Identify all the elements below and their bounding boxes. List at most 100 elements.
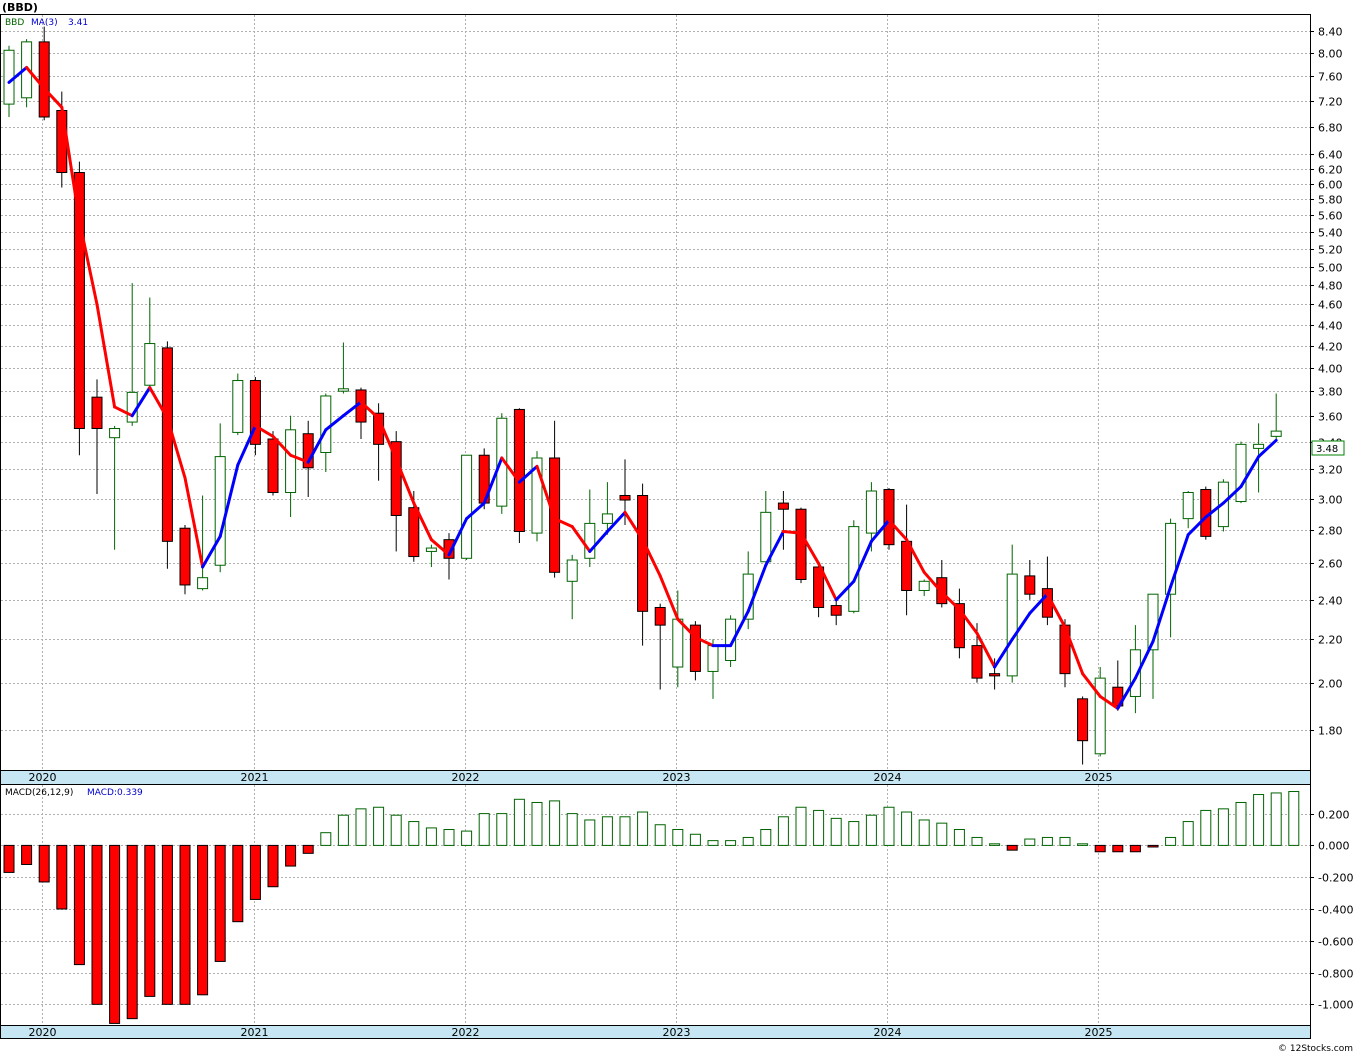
macd-bar-negative xyxy=(3,844,15,873)
price-tick-label: 3.00 xyxy=(1318,494,1343,507)
price-tick-label: 2.80 xyxy=(1318,525,1343,538)
macd-bar-negative xyxy=(56,844,68,910)
candle-body-up xyxy=(1253,443,1265,449)
candle-body-up xyxy=(109,428,121,439)
macd-year-label: 2021 xyxy=(241,1026,269,1039)
candle-body-up xyxy=(126,391,138,423)
price-tick-label: 6.80 xyxy=(1318,122,1343,135)
candle xyxy=(161,341,173,569)
price-x-axis-band xyxy=(0,770,1311,785)
macd-bar-positive xyxy=(989,843,1001,846)
candle-body-down xyxy=(1077,698,1089,742)
macd-bar-positive xyxy=(1253,794,1265,846)
price-tick-label: 2.20 xyxy=(1318,634,1343,647)
price-tick-label: 6.20 xyxy=(1318,164,1343,177)
macd-bar-positive xyxy=(566,813,578,846)
macd-bar-negative xyxy=(179,844,191,1005)
macd-bar-positive xyxy=(531,801,543,846)
macd-bar-positive xyxy=(425,827,437,846)
macd-bar-positive xyxy=(601,816,613,846)
macd-bar-positive xyxy=(496,813,508,846)
price-tick-label: 3.20 xyxy=(1318,464,1343,477)
macd-tick-label: -0.800 xyxy=(1318,968,1353,981)
candle xyxy=(531,451,543,542)
candle-body-down xyxy=(830,605,842,616)
macd-bar-positive xyxy=(1077,843,1089,846)
macd-bar-positive xyxy=(1182,821,1194,846)
candle-body-up xyxy=(1182,491,1194,520)
macd-year-label: 2020 xyxy=(29,1026,57,1039)
candle-body-up xyxy=(601,513,613,524)
macd-bar-positive xyxy=(707,840,719,846)
macd-bar-positive xyxy=(654,824,666,846)
macd-bar-positive xyxy=(461,830,473,846)
macd-bar-positive xyxy=(953,829,965,846)
candle-body-up xyxy=(1094,677,1106,755)
candle-body-up xyxy=(707,645,719,672)
candle-body-down xyxy=(73,172,85,430)
price-tick-label: 8.40 xyxy=(1318,26,1343,39)
candle-body-down xyxy=(989,673,1001,677)
macd-year-label: 2024 xyxy=(874,1026,902,1039)
macd-bar-negative xyxy=(73,844,85,966)
macd-bar-positive xyxy=(390,814,402,846)
macd-bar-positive xyxy=(936,822,948,846)
candle-body-up xyxy=(320,395,332,453)
macd-bar-positive xyxy=(689,833,701,846)
ma-segment xyxy=(781,529,803,535)
candle-body-up xyxy=(425,547,437,552)
candle-body-down xyxy=(654,606,666,626)
stock-chart: 1.802.002.202.402.602.803.003.203.403.60… xyxy=(0,1,1353,1054)
macd-bar-negative xyxy=(126,844,138,1020)
price-y-axis: 1.802.002.202.402.602.803.003.203.403.60… xyxy=(1310,26,1343,738)
candle-body-up xyxy=(848,526,860,612)
price-tick-label: 8.00 xyxy=(1318,48,1343,61)
candle-body-down xyxy=(1024,575,1036,595)
candle xyxy=(795,507,807,584)
macd-panel-frame xyxy=(0,784,1311,1026)
macd-bar-positive xyxy=(1059,836,1071,846)
macd-y-axis: -1.000 -0.800 -0.600 -0.400 -0.200 0.000 0.200 xyxy=(1310,809,1353,1012)
year-label: 2025 xyxy=(1085,771,1113,784)
candle xyxy=(689,621,701,681)
macd-bar-positive xyxy=(672,829,684,846)
price-tick-label: 6.00 xyxy=(1318,179,1343,192)
macd-bar-positive xyxy=(760,829,772,846)
macd-bar-negative xyxy=(197,844,209,996)
candle-body-up xyxy=(232,380,244,433)
macd-bar-positive xyxy=(830,817,842,846)
macd-bar-positive xyxy=(355,808,367,846)
macd-bar-positive xyxy=(901,811,913,846)
macd-bar-positive xyxy=(373,806,385,846)
candle-body-up xyxy=(214,456,226,566)
macd-bar-negative xyxy=(1129,844,1141,853)
price-tick-label: 3.80 xyxy=(1318,386,1343,399)
candle-body-up xyxy=(566,559,578,582)
candle-body-up xyxy=(1235,443,1247,503)
macd-bar-negative xyxy=(109,844,121,1024)
macd-tick-label: -0.400 xyxy=(1318,904,1353,917)
candle-body-down xyxy=(971,645,983,679)
year-label: 2020 xyxy=(29,771,57,784)
macd-bar-positive xyxy=(584,819,596,846)
macd-bar-negative xyxy=(232,844,244,923)
candle-body-down xyxy=(161,347,173,542)
last-price-value: 3.48 xyxy=(1316,444,1338,455)
candle-body-up xyxy=(672,618,684,668)
legend-ma-value: 3.41 xyxy=(68,18,88,28)
candle-body-up xyxy=(3,49,15,105)
price-tick-label: 7.60 xyxy=(1318,71,1343,84)
macd-bar-positive xyxy=(1165,836,1177,846)
macd-bar-negative xyxy=(38,844,50,883)
candle-body-down xyxy=(408,507,420,558)
candle-body-down xyxy=(267,438,279,493)
candle-body-up xyxy=(337,388,349,392)
legend-ma-label: MA(3) xyxy=(31,18,58,28)
macd-year-label: 2025 xyxy=(1085,1026,1113,1039)
candle-body-up xyxy=(918,580,930,591)
macd-bar-positive xyxy=(971,836,983,846)
macd-bar-negative xyxy=(1147,844,1159,848)
candle-body-down xyxy=(38,41,50,118)
price-tick-label: 4.40 xyxy=(1318,320,1343,333)
candle xyxy=(232,373,244,436)
